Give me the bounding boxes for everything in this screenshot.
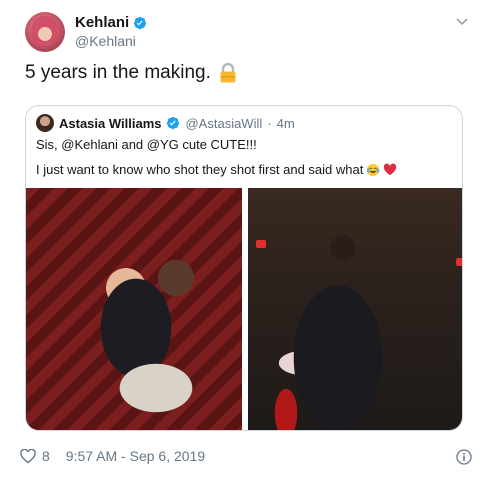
verified-badge-icon	[167, 116, 180, 130]
author-name-row[interactable]: Kehlani	[75, 14, 147, 31]
tweet-text: 5 years in the making.	[25, 62, 211, 83]
tweet-footer: 8 9:57 AM - Sep 6, 2019	[20, 448, 205, 464]
photo-couple-standing[interactable]	[248, 188, 462, 430]
red-heart-emoji-icon	[384, 163, 397, 175]
meta-separator: ·	[267, 115, 272, 131]
photo-couple-embrace[interactable]	[26, 188, 242, 430]
quoted-tweet[interactable]: Astasia Williams @AstasiaWill · 4m Sis, …	[25, 105, 463, 431]
like-count[interactable]: 8	[42, 448, 50, 464]
quoted-author-avatar[interactable]	[36, 114, 54, 132]
tweet-timestamp[interactable]: 9:57 AM - Sep 6, 2019	[66, 448, 205, 464]
author-avatar[interactable]	[25, 12, 65, 52]
quoted-tweet-line-1: Sis, @Kehlani and @YG cute CUTE!!!	[36, 137, 257, 152]
author-handle[interactable]: @Kehlani	[75, 33, 136, 49]
info-icon[interactable]	[456, 449, 472, 465]
tweet-text-row: 5 years in the making.	[25, 62, 237, 84]
tears-of-joy-emoji-icon	[367, 163, 380, 176]
lock-emoji-icon	[220, 63, 236, 83]
quoted-tweet-line-2: I just want to know who shot they shot f…	[36, 162, 364, 177]
quoted-tweet-header: Astasia Williams @AstasiaWill · 4m	[36, 114, 295, 132]
quoted-tweet-photos	[26, 188, 462, 430]
author-name[interactable]: Kehlani	[75, 14, 129, 31]
quoted-tweet-time[interactable]: 4m	[277, 116, 295, 131]
quoted-author-handle[interactable]: @AstasiaWill	[185, 116, 262, 131]
quoted-author-name[interactable]: Astasia Williams	[59, 116, 161, 131]
verified-badge-icon	[134, 16, 147, 29]
like-heart-icon[interactable]	[20, 448, 36, 464]
quoted-tweet-line-2-row: I just want to know who shot they shot f…	[36, 162, 397, 177]
chevron-down-icon[interactable]	[455, 14, 469, 28]
